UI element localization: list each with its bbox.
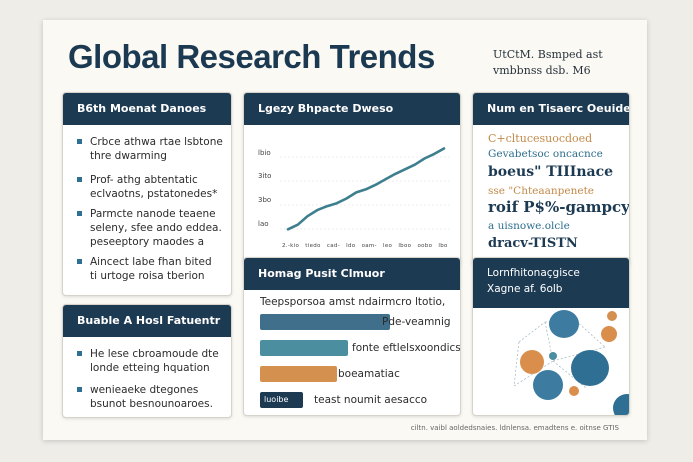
- y-tick-label: 3ito: [258, 172, 272, 180]
- keyword-2: Gevabetsoc oncacnce: [488, 148, 603, 160]
- y-tick-label: 3bo: [258, 196, 272, 204]
- bubble-node: [549, 310, 579, 338]
- funding-bar-label-1: Pde-veamnig: [382, 316, 451, 328]
- keyword-5: roif P$%-gampcy: [488, 198, 630, 216]
- footer-note: ciltn. vaibl aoldedsnaies. ldnlensa. ema…: [410, 424, 619, 432]
- corner-note-line-1: UtCtM. Bsmped ast: [493, 48, 603, 61]
- keywords-card: Num en Tisaerc Oeuide C+cltucesuocdoed G…: [472, 92, 630, 266]
- keyword-4: sse "Chteaanpenete: [488, 185, 595, 197]
- funding-bar-label-3: boeamatiac: [338, 368, 400, 380]
- funding-bar-2: [260, 340, 348, 356]
- funding-bar-label-2: fonte eftlelsxoondics: [352, 342, 461, 354]
- research-poster: Global Research Trends UtCtM. Bsmped ast…: [43, 20, 647, 440]
- square-bullet-icon: [77, 258, 82, 264]
- funding-title: Homag Pusit Clmuor: [244, 258, 460, 290]
- square-bullet-icon: [77, 210, 82, 216]
- bubble-node: [607, 311, 617, 321]
- funding-subtitle: Teepsporsoa amst ndairmcro ltotio,: [260, 296, 446, 308]
- network-title: Lornfhitonaçgisce: [487, 267, 580, 279]
- keyword-6: a uisnowe.olcle: [488, 220, 570, 232]
- bubble-node: [533, 370, 563, 400]
- funding-bar-inner-label: luoibe: [264, 395, 289, 404]
- square-bullet-icon: [77, 386, 82, 392]
- keyword-7: dracv-TISTN: [488, 236, 578, 251]
- y-tick-label: lao: [258, 220, 269, 228]
- funding-card: Homag Pusit Clmuor Teepsporsoa amst ndai…: [243, 257, 461, 416]
- finding-item-3: Parmcte nanode teaene seleny, sfee ando …: [77, 207, 222, 249]
- network-card: Lornfhitonaçgisce Xagne af. 6olb: [472, 257, 630, 416]
- key-findings-card: B6th Moenat Danoes Crbce athwa rtae lsbt…: [62, 92, 232, 296]
- network-subtitle: Xagne af. 6olb: [487, 283, 563, 295]
- keywords-title: Num en Tisaerc Oeuide: [473, 93, 629, 125]
- finding-item-4: Aincect labe fhan bited ti urtoge roisa …: [77, 255, 212, 283]
- bubble-node: [571, 350, 609, 386]
- future-directions-title: Buable A Hosl Fatuentr: [63, 305, 231, 337]
- funding-bar-3: [260, 366, 337, 382]
- trend-line-chart: [280, 147, 452, 231]
- bubble-node: [569, 386, 579, 396]
- future-item-2: wenieaeke dtegones bsunot besnounoaroes.: [77, 383, 213, 411]
- finding-item-1: Crbce athwa rtae lsbtone thre dwarming: [77, 135, 223, 163]
- bubble-node: [520, 350, 544, 374]
- trend-series-line: [286, 147, 446, 231]
- keyword-1: C+cltucesuocdoed: [488, 132, 593, 145]
- trend-chart-title: Lgezy Bhpacte Dweso: [244, 93, 460, 125]
- bubble-node: [549, 352, 557, 360]
- trend-chart-card: Lgezy Bhpacte Dweso lbio 3ito 3bo lao 2.…: [243, 92, 461, 266]
- finding-item-2: Prof- athg abtentatic eclvaotns, pstaton…: [77, 173, 217, 201]
- funding-bar-1: [260, 314, 390, 330]
- keyword-3: boeus" TIIInace: [488, 164, 614, 180]
- funding-bar-label-4: teast noumit aesacco: [314, 394, 428, 406]
- y-tick-label: lbio: [258, 149, 271, 157]
- key-findings-title: B6th Moenat Danoes: [63, 93, 231, 125]
- square-bullet-icon: [77, 138, 82, 144]
- square-bullet-icon: [77, 176, 82, 182]
- x-tick-labels: 2.-kio tiedo cad- ldo oam- leo lboo oobo…: [282, 243, 448, 249]
- page-title: Global Research Trends: [68, 38, 435, 75]
- square-bullet-icon: [77, 350, 82, 356]
- future-item-1: He lese cbroamoude dte londe etteing hqu…: [77, 347, 219, 375]
- bubble-node: [601, 326, 617, 342]
- future-directions-card: Buable A Hosl Fatuentr He lese cbroamoud…: [62, 304, 232, 418]
- corner-note-line-2: vmbbnss dsb. M6: [493, 64, 591, 77]
